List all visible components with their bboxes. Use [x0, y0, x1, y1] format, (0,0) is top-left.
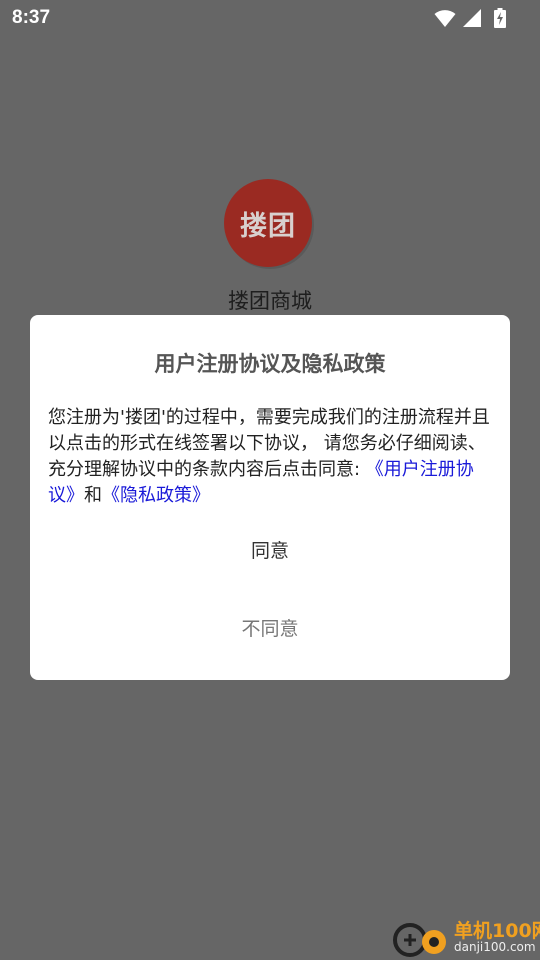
agree-button[interactable]: 同意	[30, 526, 510, 576]
watermark: 单机100网 danji100.com	[390, 916, 540, 960]
watermark-text-1: 单机100网	[454, 920, 540, 942]
wifi-icon	[434, 10, 456, 27]
dialog-title: 用户注册协议及隐私政策	[154, 352, 386, 376]
app-logo: 搂团	[224, 179, 316, 271]
conjunction-text: 和	[84, 485, 102, 506]
watermark-text-2: danji100.com	[454, 940, 536, 954]
battery-charging-icon	[494, 8, 506, 28]
app-name: 搂团商城	[228, 289, 312, 313]
cellular-signal-icon	[463, 9, 481, 27]
dialog-body: 您注册为'搂团'的过程中，需要完成我们的注册流程并且以点击的形式在线签署以下协议…	[48, 405, 494, 509]
agreement-dialog: 用户注册协议及隐私政策 您注册为'搂团'的过程中，需要完成我们的注册流程并且以点…	[30, 315, 510, 680]
disagree-button[interactable]: 不同意	[30, 604, 510, 654]
app-logo-text: 搂团	[240, 211, 296, 242]
status-time: 8:37	[12, 7, 51, 28]
privacy-policy-link[interactable]: 《隐私政策》	[102, 485, 210, 506]
watermark-logo-icon	[393, 923, 446, 957]
status-bar: 8:37	[0, 0, 540, 36]
